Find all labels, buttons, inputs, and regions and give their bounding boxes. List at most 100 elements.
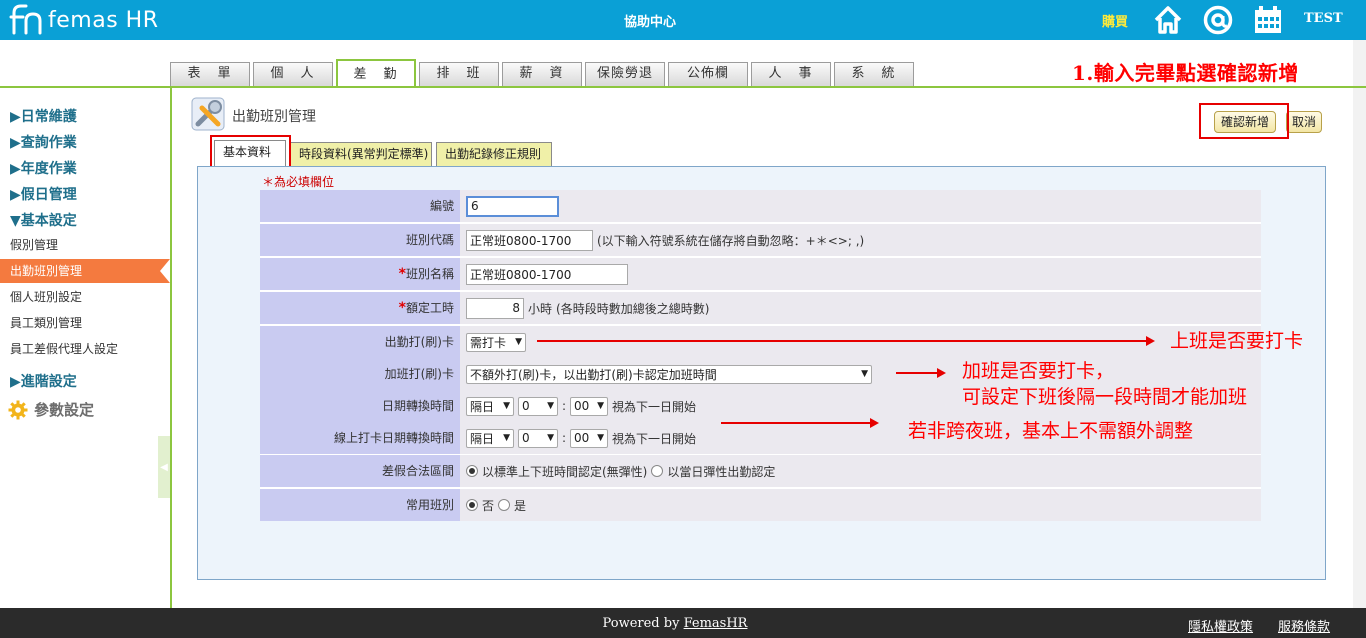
sidebar-group-annual[interactable]: ▶年度作業 (10, 158, 77, 178)
online-switch-day-select[interactable]: 隔日 ▼ (466, 428, 514, 448)
time-colon: : (562, 399, 567, 413)
clock-in-label: 出勤打(刷)卡 (260, 326, 460, 358)
powered-by: Powered by FemasHR (602, 616, 748, 631)
date-switch-hour-select[interactable]: 0 ▼ (518, 396, 558, 416)
common-shift-option-yes: 是 (514, 498, 527, 513)
sidebar-group-basic[interactable]: ▼基本設定 (10, 210, 77, 230)
annotation-confirm-instruction: 1.輸入完畢點選確認新增 (1072, 61, 1299, 85)
sidebar-group-query[interactable]: ▶查詢作業 (10, 132, 77, 152)
date-switch-day-select[interactable]: 隔日 ▼ (466, 396, 514, 416)
overtime-clock-select[interactable]: 不額外打(刷)卡，以出勤打(刷)卡認定加班時間 ▼ (466, 364, 872, 384)
gear-icon (8, 400, 28, 419)
sidebar-params-label: 參數設定 (34, 401, 95, 419)
cancel-button[interactable]: 取消 (1286, 111, 1323, 133)
subtab-period-data[interactable]: 時段資料(異常判定標準) (290, 142, 432, 166)
tab-scheduling[interactable]: 排 班 (419, 62, 499, 86)
sidebar-item-leave-types[interactable]: 假別管理 (0, 233, 170, 257)
time-colon: : (562, 431, 567, 445)
date-switch-label: 日期轉換時間 (260, 390, 460, 422)
chevron-down-icon: ▼ (515, 337, 522, 347)
tab-personal[interactable]: 個 人 (253, 62, 333, 86)
row-code: 編號 (260, 190, 1261, 222)
femas-logo[interactable]: femas HR (8, 3, 158, 37)
common-shift-radio-yes[interactable] (498, 499, 511, 511)
row-work-hours: *額定工時 小時 (各時段時數加總後之總時數) (260, 292, 1261, 324)
annotation-overtime-line2: 可設定下班後隔一段時間才能加班 (962, 386, 1248, 408)
page-scrollbar[interactable] (1353, 40, 1366, 608)
online-switch-hour-select[interactable]: 0 ▼ (518, 428, 558, 448)
terms-link[interactable]: 服務條款 (1278, 616, 1330, 635)
work-hours-unit: 小時 (528, 301, 553, 316)
subtab-correction-rules[interactable]: 出勤紀錄修正規則 (436, 142, 552, 166)
row-common-shift: 常用班別 否 是 (260, 489, 1261, 521)
date-switch-minute-select[interactable]: 00 ▼ (570, 396, 609, 416)
tab-bulletin[interactable]: 公佈欄 (668, 62, 748, 86)
online-switch-suffix: 視為下一日開始 (612, 431, 697, 446)
online-switch-minute-select[interactable]: 00 ▼ (570, 428, 609, 448)
tab-system[interactable]: 系 統 (834, 62, 914, 86)
work-hours-label: *額定工時 (260, 292, 460, 324)
subtab-basic-info[interactable]: 基本資料 (214, 140, 286, 167)
sidebar-group-daily[interactable]: ▶日常維護 (10, 106, 77, 126)
sidebar-group-advanced[interactable]: ▶進階設定 (10, 371, 77, 391)
common-shift-label: 常用班別 (260, 489, 460, 521)
page-title: 出勤班別管理 (232, 109, 316, 125)
sidebar-item-leave-agent[interactable]: 員工差假代理人設定 (0, 337, 170, 361)
sidebar-item-employee-type[interactable]: 員工類別管理 (0, 311, 170, 335)
annotation-overtime-line1: 加班是否要打卡， (962, 360, 1115, 382)
femashr-link[interactable]: FemasHR (684, 616, 748, 631)
annotation-arrow-clock-in (537, 336, 1155, 346)
shift-code-input[interactable] (466, 229, 593, 251)
privacy-policy-link[interactable]: 隱私權政策 (1188, 616, 1253, 635)
shift-code-hint: (以下輸入符號系統在儲存將自動忽略：+＊<>; ,) (597, 233, 865, 248)
sidebar-params[interactable]: 參數設定 (8, 399, 94, 420)
clock-in-select[interactable]: 需打卡 ▼ (466, 332, 526, 352)
common-shift-radio-no[interactable] (466, 499, 478, 511)
leave-range-radio-standard[interactable] (466, 465, 478, 477)
annotation-clock-in: 上班是否要打卡 (1170, 330, 1304, 352)
leave-range-option-standard: 以標準上下班時間認定(無彈性) (482, 464, 648, 479)
row-clock-in: 出勤打(刷)卡 需打卡 ▼ (260, 326, 1261, 358)
home-icon[interactable] (1152, 4, 1184, 36)
overtime-clock-label: 加班打(刷)卡 (260, 358, 460, 390)
shift-name-label: *班別名稱 (260, 258, 460, 290)
code-label: 編號 (260, 190, 460, 222)
sidebar-group-holiday[interactable]: ▶假日管理 (10, 184, 77, 204)
tab-attendance[interactable]: 差 勤 (336, 59, 416, 87)
shift-name-input[interactable] (466, 263, 628, 285)
calendar-icon[interactable] (1252, 4, 1284, 36)
sidebar-item-personal-shift[interactable]: 個人班別設定 (0, 285, 170, 309)
shift-code-label: 班別代碼 (260, 224, 460, 256)
tab-forms[interactable]: 表 單 (170, 62, 250, 86)
annotation-arrow-overnight (721, 418, 879, 428)
row-shift-code: 班別代碼 (以下輸入符號系統在儲存將自動忽略：+＊<>; ,) (260, 224, 1261, 256)
annotation-overnight: 若非跨夜班，基本上不需額外調整 (908, 420, 1194, 442)
user-name[interactable]: TEST (1304, 11, 1343, 26)
sidebar-item-shift-management[interactable]: 出勤班別管理 (0, 259, 170, 283)
chevron-down-icon: ▼ (597, 401, 605, 411)
code-input[interactable] (466, 195, 559, 217)
row-leave-range: 差假合法區間 以標準上下班時間認定(無彈性) 以當日彈性出勤認定 (260, 455, 1261, 487)
brand-name: femas HR (48, 7, 159, 33)
chevron-down-icon: ▼ (861, 369, 868, 379)
help-center-link[interactable]: 協助中心 (600, 11, 700, 30)
row-shift-name: *班別名稱 (260, 258, 1261, 290)
chevron-down-icon: ▼ (503, 401, 510, 411)
tab-insurance[interactable]: 保險勞退 (585, 62, 665, 86)
buy-link[interactable]: 購買 (1102, 11, 1128, 30)
sidebar-collapse-handle[interactable]: ◀ (158, 436, 170, 498)
confirm-add-button[interactable]: 確認新增 (1214, 111, 1277, 133)
tab-payroll[interactable]: 薪 資 (502, 62, 582, 86)
main-nav-tabs: 表 單 個 人 差 勤 排 班 薪 資 保險勞退 公佈欄 人 事 系 統 (170, 59, 914, 87)
chevron-down-icon: ▼ (503, 433, 510, 443)
leave-range-option-flexible: 以當日彈性出勤認定 (667, 464, 776, 479)
top-header: femas HR 協助中心 購買 TEST (0, 0, 1366, 40)
at-mail-icon[interactable] (1202, 4, 1234, 36)
date-switch-suffix: 視為下一日開始 (612, 399, 697, 414)
work-hours-input[interactable] (466, 297, 524, 319)
common-shift-option-no: 否 (482, 498, 495, 513)
chevron-down-icon: ▼ (547, 401, 554, 411)
tools-icon (191, 97, 225, 131)
tab-hr[interactable]: 人 事 (751, 62, 831, 86)
leave-range-radio-flexible[interactable] (651, 465, 664, 477)
